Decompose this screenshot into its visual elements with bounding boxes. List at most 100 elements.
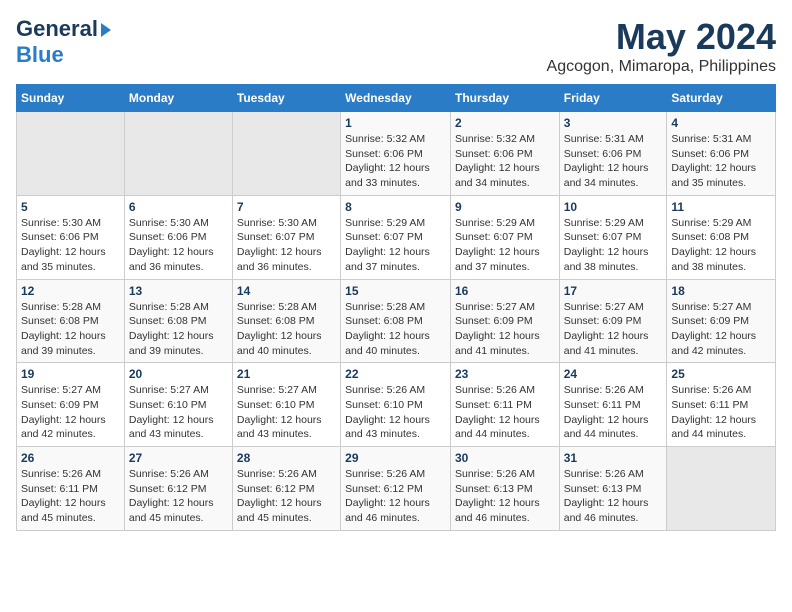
calendar-cell: 8 Sunrise: 5:29 AM Sunset: 6:07 PM Daylig… xyxy=(341,195,451,279)
calendar-cell: 4 Sunrise: 5:31 AM Sunset: 6:06 PM Daylig… xyxy=(667,112,776,196)
calendar-table: SundayMondayTuesdayWednesdayThursdayFrid… xyxy=(16,84,776,531)
day-info: Sunrise: 5:28 AM Sunset: 6:08 PM Dayligh… xyxy=(21,300,120,359)
calendar-cell: 25Sunrise: 5:26 AM Sunset: 6:11 PM Dayli… xyxy=(667,363,776,447)
calendar-cell: 17 Sunrise: 5:27 AM Sunset: 6:09 PM Dayli… xyxy=(559,279,667,363)
calendar-week-row: 26 Sunrise: 5:26 AM Sunset: 6:11 PM Dayli… xyxy=(17,447,776,531)
calendar-cell xyxy=(124,112,232,196)
calendar-cell: 12 Sunrise: 5:28 AM Sunset: 6:08 PM Dayli… xyxy=(17,279,125,363)
calendar-cell: 1 Sunrise: 5:32 AM Sunset: 6:06 PM Daylig… xyxy=(341,112,451,196)
day-number: 2 xyxy=(455,116,555,130)
calendar-cell: 29 Sunrise: 5:26 AM Sunset: 6:12 PM Dayli… xyxy=(341,447,451,531)
day-number: 16 xyxy=(455,284,555,298)
day-info: Sunrise: 5:26 AM Sunset: 6:13 PM Dayligh… xyxy=(564,467,663,526)
day-info: Sunrise: 5:28 AM Sunset: 6:08 PM Dayligh… xyxy=(345,300,446,359)
day-number: 8 xyxy=(345,200,446,214)
day-info: Sunrise: 5:29 AM Sunset: 6:07 PM Dayligh… xyxy=(345,216,446,275)
calendar-cell: 24 Sunrise: 5:26 AM Sunset: 6:11 PM Dayli… xyxy=(559,363,667,447)
day-number: 3 xyxy=(564,116,663,130)
calendar-day-header: Thursday xyxy=(450,85,559,112)
day-info: Sunrise: 5:31 AM Sunset: 6:06 PM Dayligh… xyxy=(671,132,771,191)
calendar-cell: 6Sunrise: 5:30 AM Sunset: 6:06 PM Daylig… xyxy=(124,195,232,279)
day-number: 11 xyxy=(671,200,771,214)
day-info: Sunrise: 5:27 AM Sunset: 6:09 PM Dayligh… xyxy=(671,300,771,359)
calendar-header-row: SundayMondayTuesdayWednesdayThursdayFrid… xyxy=(17,85,776,112)
day-number: 24 xyxy=(564,367,663,381)
calendar-day-header: Wednesday xyxy=(341,85,451,112)
day-number: 5 xyxy=(21,200,120,214)
day-number: 27 xyxy=(129,451,228,465)
calendar-cell xyxy=(17,112,125,196)
day-number: 25 xyxy=(671,367,771,381)
calendar-cell: 19Sunrise: 5:27 AM Sunset: 6:09 PM Dayli… xyxy=(17,363,125,447)
calendar-cell xyxy=(667,447,776,531)
day-number: 6 xyxy=(129,200,228,214)
day-info: Sunrise: 5:27 AM Sunset: 6:10 PM Dayligh… xyxy=(237,383,336,442)
logo-blue: Blue xyxy=(16,42,64,67)
day-info: Sunrise: 5:31 AM Sunset: 6:06 PM Dayligh… xyxy=(564,132,663,191)
day-number: 23 xyxy=(455,367,555,381)
calendar-cell: 2 Sunrise: 5:32 AM Sunset: 6:06 PM Daylig… xyxy=(450,112,559,196)
day-number: 17 xyxy=(564,284,663,298)
day-number: 26 xyxy=(21,451,120,465)
day-info: Sunrise: 5:26 AM Sunset: 6:12 PM Dayligh… xyxy=(129,467,228,526)
calendar-cell: 5Sunrise: 5:30 AM Sunset: 6:06 PM Daylig… xyxy=(17,195,125,279)
calendar-cell: 28 Sunrise: 5:26 AM Sunset: 6:12 PM Dayli… xyxy=(232,447,340,531)
day-number: 30 xyxy=(455,451,555,465)
day-number: 15 xyxy=(345,284,446,298)
calendar-cell: 18Sunrise: 5:27 AM Sunset: 6:09 PM Dayli… xyxy=(667,279,776,363)
day-info: Sunrise: 5:27 AM Sunset: 6:09 PM Dayligh… xyxy=(455,300,555,359)
day-number: 14 xyxy=(237,284,336,298)
page-subtitle: Agcogon, Mimaropa, Philippines xyxy=(547,58,776,76)
calendar-cell: 10 Sunrise: 5:29 AM Sunset: 6:07 PM Dayli… xyxy=(559,195,667,279)
day-info: Sunrise: 5:28 AM Sunset: 6:08 PM Dayligh… xyxy=(129,300,228,359)
day-info: Sunrise: 5:26 AM Sunset: 6:12 PM Dayligh… xyxy=(345,467,446,526)
day-number: 13 xyxy=(129,284,228,298)
day-info: Sunrise: 5:26 AM Sunset: 6:11 PM Dayligh… xyxy=(564,383,663,442)
calendar-week-row: 12 Sunrise: 5:28 AM Sunset: 6:08 PM Dayli… xyxy=(17,279,776,363)
day-number: 31 xyxy=(564,451,663,465)
calendar-day-header: Saturday xyxy=(667,85,776,112)
day-info: Sunrise: 5:29 AM Sunset: 6:07 PM Dayligh… xyxy=(455,216,555,275)
calendar-cell: 22 Sunrise: 5:26 AM Sunset: 6:10 PM Dayli… xyxy=(341,363,451,447)
logo: General Blue xyxy=(16,16,111,68)
calendar-cell: 30Sunrise: 5:26 AM Sunset: 6:13 PM Dayli… xyxy=(450,447,559,531)
calendar-cell: 31 Sunrise: 5:26 AM Sunset: 6:13 PM Dayli… xyxy=(559,447,667,531)
day-number: 28 xyxy=(237,451,336,465)
day-number: 29 xyxy=(345,451,446,465)
calendar-week-row: 19Sunrise: 5:27 AM Sunset: 6:09 PM Dayli… xyxy=(17,363,776,447)
calendar-cell: 23Sunrise: 5:26 AM Sunset: 6:11 PM Dayli… xyxy=(450,363,559,447)
day-info: Sunrise: 5:32 AM Sunset: 6:06 PM Dayligh… xyxy=(345,132,446,191)
day-number: 9 xyxy=(455,200,555,214)
calendar-day-header: Friday xyxy=(559,85,667,112)
title-area: May 2024 Agcogon, Mimaropa, Philippines xyxy=(547,16,776,76)
calendar-cell xyxy=(232,112,340,196)
calendar-cell: 11Sunrise: 5:29 AM Sunset: 6:08 PM Dayli… xyxy=(667,195,776,279)
day-number: 1 xyxy=(345,116,446,130)
day-info: Sunrise: 5:27 AM Sunset: 6:09 PM Dayligh… xyxy=(21,383,120,442)
calendar-cell: 3 Sunrise: 5:31 AM Sunset: 6:06 PM Daylig… xyxy=(559,112,667,196)
day-number: 4 xyxy=(671,116,771,130)
calendar-cell: 15 Sunrise: 5:28 AM Sunset: 6:08 PM Dayli… xyxy=(341,279,451,363)
day-info: Sunrise: 5:26 AM Sunset: 6:11 PM Dayligh… xyxy=(21,467,120,526)
day-number: 20 xyxy=(129,367,228,381)
calendar-day-header: Tuesday xyxy=(232,85,340,112)
calendar-day-header: Monday xyxy=(124,85,232,112)
day-number: 22 xyxy=(345,367,446,381)
day-info: Sunrise: 5:26 AM Sunset: 6:10 PM Dayligh… xyxy=(345,383,446,442)
calendar-day-header: Sunday xyxy=(17,85,125,112)
day-info: Sunrise: 5:29 AM Sunset: 6:07 PM Dayligh… xyxy=(564,216,663,275)
day-number: 10 xyxy=(564,200,663,214)
day-info: Sunrise: 5:26 AM Sunset: 6:12 PM Dayligh… xyxy=(237,467,336,526)
calendar-cell: 20 Sunrise: 5:27 AM Sunset: 6:10 PM Dayli… xyxy=(124,363,232,447)
calendar-week-row: 1 Sunrise: 5:32 AM Sunset: 6:06 PM Daylig… xyxy=(17,112,776,196)
calendar-cell: 9 Sunrise: 5:29 AM Sunset: 6:07 PM Daylig… xyxy=(450,195,559,279)
day-number: 12 xyxy=(21,284,120,298)
day-info: Sunrise: 5:27 AM Sunset: 6:09 PM Dayligh… xyxy=(564,300,663,359)
day-info: Sunrise: 5:27 AM Sunset: 6:10 PM Dayligh… xyxy=(129,383,228,442)
day-info: Sunrise: 5:30 AM Sunset: 6:07 PM Dayligh… xyxy=(237,216,336,275)
day-info: Sunrise: 5:32 AM Sunset: 6:06 PM Dayligh… xyxy=(455,132,555,191)
calendar-cell: 14Sunrise: 5:28 AM Sunset: 6:08 PM Dayli… xyxy=(232,279,340,363)
calendar-cell: 26 Sunrise: 5:26 AM Sunset: 6:11 PM Dayli… xyxy=(17,447,125,531)
day-number: 7 xyxy=(237,200,336,214)
day-number: 21 xyxy=(237,367,336,381)
